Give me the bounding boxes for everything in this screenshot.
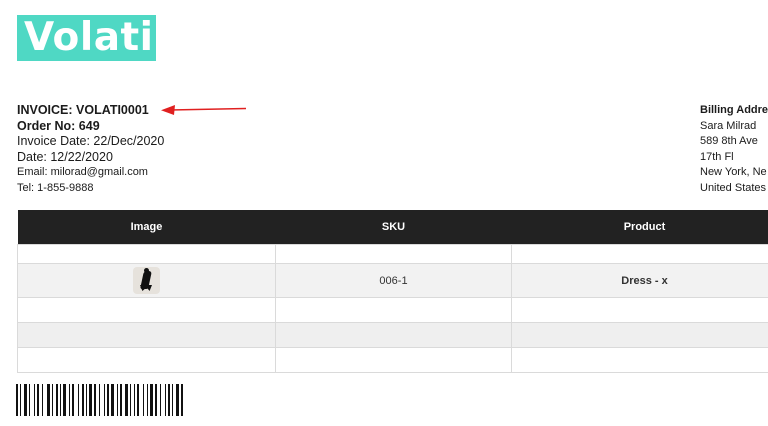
sku-cell xyxy=(275,297,512,323)
billing-line: New York, Ne xyxy=(700,166,767,178)
image-cell xyxy=(17,244,276,264)
telephone: Tel: 1-855-9888 xyxy=(17,181,94,194)
table-row xyxy=(17,297,768,323)
sku-cell xyxy=(275,244,512,264)
order-number: Order No: 649 xyxy=(17,118,100,133)
items-table: Image SKU Product 006-1 Dress - x xyxy=(17,210,768,373)
product-cell xyxy=(511,297,768,323)
image-cell xyxy=(17,347,276,373)
column-header-product: Product xyxy=(511,210,768,245)
table-header-row: Image SKU Product xyxy=(17,210,768,245)
product-cell xyxy=(511,322,768,348)
sku-cell xyxy=(275,347,512,373)
red-arrow-icon xyxy=(161,105,247,115)
billing-heading: Billing Addre xyxy=(700,104,768,116)
brand-logo: Volati xyxy=(17,15,156,61)
billing-address: Billing Addre Sara Milrad 589 8th Ave 17… xyxy=(700,103,768,196)
billing-line: Sara Milrad xyxy=(700,119,757,132)
invoice-date: Invoice Date: 22/Dec/2020 xyxy=(17,134,165,148)
table-row xyxy=(17,322,768,348)
column-header-sku: SKU xyxy=(275,210,512,245)
sku-cell: 006-1 xyxy=(275,263,512,298)
barcode-icon xyxy=(16,384,183,416)
table-row: 006-1 Dress - x xyxy=(17,263,768,298)
product-cell xyxy=(511,347,768,373)
table-row xyxy=(17,244,768,264)
billing-line: 589 8th Ave xyxy=(700,135,758,147)
billing-line: 17th Fl xyxy=(700,150,734,163)
image-cell xyxy=(17,322,276,348)
invoice-info: INVOICE: VOLATI0001 Order No: 649 Invoic… xyxy=(17,103,164,196)
table-row xyxy=(17,347,768,373)
image-cell xyxy=(17,263,276,298)
image-cell xyxy=(17,297,276,323)
email: Email: milorad@gmail.com xyxy=(17,166,148,178)
billing-line: United States xyxy=(700,181,767,194)
column-header-image: Image xyxy=(17,210,276,245)
invoice-number: INVOICE: VOLATI0001 xyxy=(17,103,149,117)
sku-cell xyxy=(275,322,512,348)
product-cell xyxy=(511,244,768,264)
date: Date: 12/22/2020 xyxy=(17,149,113,164)
product-cell: Dress - x xyxy=(511,263,768,298)
product-thumbnail[interactable] xyxy=(133,267,160,294)
